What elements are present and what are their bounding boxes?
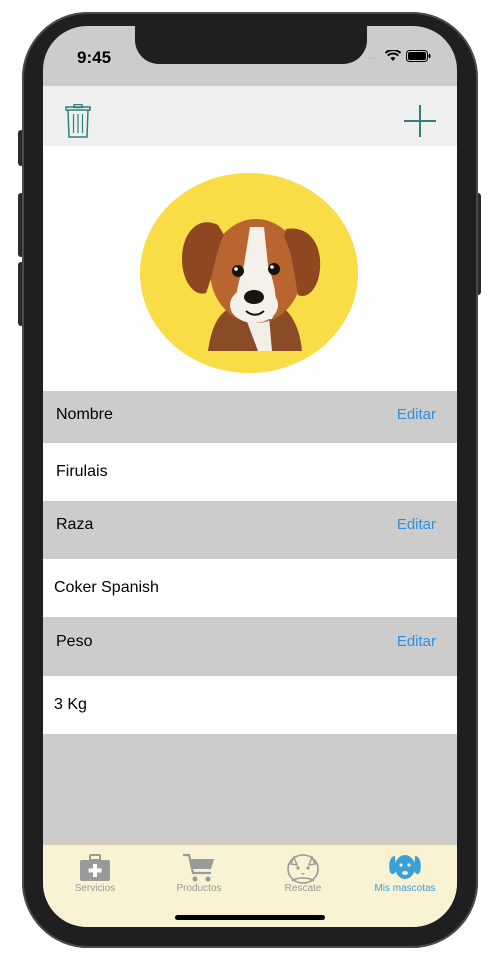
cart-icon: [183, 853, 214, 882]
signal-icon: ....: [367, 51, 380, 61]
raza-value: Coker Spanish: [54, 579, 159, 596]
top-toolbar: [43, 86, 457, 146]
raza-label: Raza: [56, 516, 94, 533]
tab-mis-mascotas[interactable]: Mis mascotas: [353, 845, 457, 905]
dog-photo: [182, 219, 321, 351]
raza-value-row: Coker Spanish: [43, 559, 457, 617]
dog-head-icon: [389, 855, 421, 879]
peso-value-row: 3 Kg: [43, 676, 457, 734]
pets-rescue-icon: [287, 854, 319, 884]
app-screen: 9:45 .... Nombre Editar Firulais Raza Ed…: [43, 26, 457, 927]
tab-servicios-label: Servicios: [74, 883, 116, 894]
nombre-value: Firulais: [56, 463, 108, 480]
edit-nombre-button[interactable]: Editar: [397, 406, 436, 423]
delete-button[interactable]: [65, 103, 91, 143]
peso-value: 3 Kg: [54, 696, 87, 713]
medical-kit-icon: [80, 854, 110, 881]
wifi-icon: [385, 50, 401, 61]
nombre-header: Nombre Editar: [43, 391, 457, 443]
edit-peso-button[interactable]: Editar: [397, 633, 436, 650]
tab-productos-label: Productos: [176, 883, 222, 894]
status-time: 9:45: [77, 48, 112, 67]
raza-header: Raza Editar: [43, 501, 457, 553]
home-indicator: [175, 915, 325, 920]
pet-photo-section: [43, 146, 457, 391]
tab-servicios[interactable]: Servicios: [43, 845, 147, 905]
peso-label: Peso: [56, 633, 93, 650]
tab-rescate[interactable]: Rescate: [251, 845, 355, 905]
tab-rescate-label: Rescate: [284, 883, 322, 894]
plus-icon: [404, 105, 436, 137]
tab-productos[interactable]: Productos: [147, 845, 251, 905]
tab-bar: Servicios Productos Rescate Mis mascotas: [43, 844, 457, 927]
trash-icon: [65, 103, 91, 138]
nombre-value-row: Firulais: [43, 443, 457, 501]
nombre-label: Nombre: [56, 406, 113, 423]
edit-raza-button[interactable]: Editar: [397, 516, 436, 533]
notch: [135, 26, 367, 64]
add-button[interactable]: [403, 104, 437, 143]
status-icons: ....: [367, 50, 431, 62]
pet-photo[interactable]: [140, 173, 358, 373]
tab-mis-mascotas-label: Mis mascotas: [374, 883, 436, 894]
battery-icon: [406, 50, 431, 62]
peso-header: Peso Editar: [43, 618, 457, 670]
